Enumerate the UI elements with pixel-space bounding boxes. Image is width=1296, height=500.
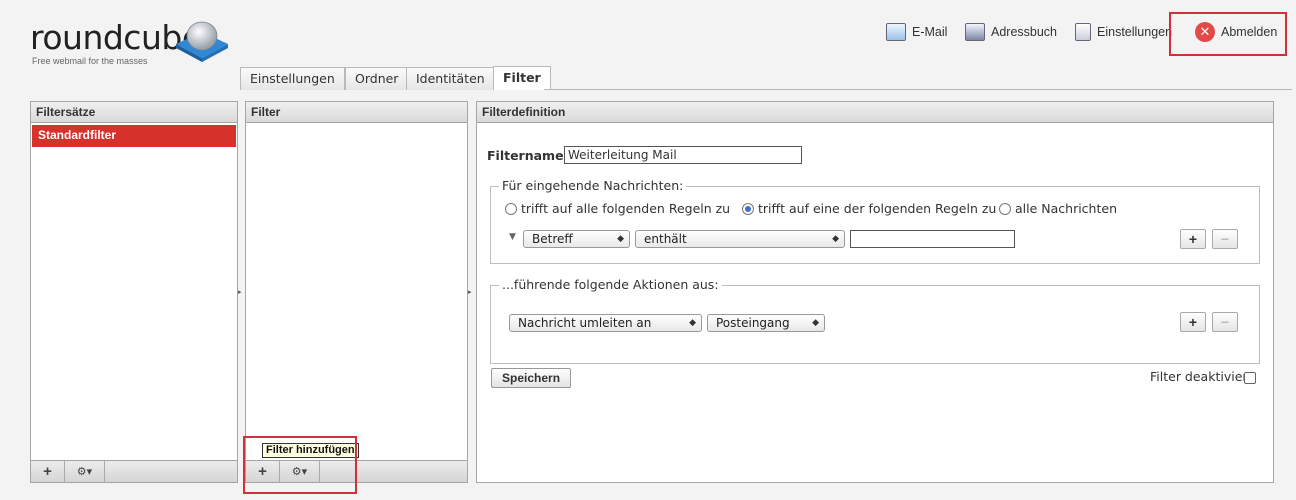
tab-identities[interactable]: Identitäten [406, 67, 495, 90]
header: roundcube Free webmail for the masses E-… [0, 0, 1296, 88]
match-every-message-option[interactable]: alle Nachrichten [999, 201, 1117, 216]
splitter-handle-right[interactable]: ▸ [468, 288, 474, 296]
remove-action-button[interactable]: − [1212, 312, 1238, 332]
filtersets-panel: Filtersätze Standardfilter + ⚙▾ [30, 101, 238, 483]
incoming-fieldset: Für eingehende Nachrichten: trifft auf a… [490, 178, 1260, 264]
addressbook-icon [965, 23, 985, 41]
rule-header-value: Betreff [532, 232, 573, 246]
filterset-actions-button[interactable]: ⚙▾ [65, 461, 105, 482]
tab-filter[interactable]: Filter [493, 66, 551, 90]
radio-match-any[interactable] [742, 203, 754, 215]
filtersets-header: Filtersätze [31, 102, 237, 123]
actions-legend: ...führende folgende Aktionen aus: [499, 277, 722, 292]
filtername-label: Filtername: [487, 148, 569, 163]
tab-underline [544, 89, 1292, 90]
rule-collapse-icon[interactable]: ▼ [509, 232, 516, 242]
action-type-value: Nachricht umleiten an [518, 316, 652, 330]
save-button[interactable]: Speichern [491, 368, 572, 388]
select-arrow-icon: ◆ [689, 318, 696, 328]
match-all-label: trifft auf alle folgenden Regeln zu [521, 201, 731, 216]
nav-mail[interactable]: E-Mail [886, 20, 947, 44]
select-arrow-icon: ◆ [812, 318, 819, 328]
add-filterset-button[interactable]: + [31, 461, 65, 482]
match-every-message-label: alle Nachrichten [1015, 201, 1117, 216]
filterset-item-standard[interactable]: Standardfilter [32, 125, 236, 147]
definition-panel: Filterdefinition Filtername: Weiterleitu… [476, 101, 1274, 483]
nav-settings[interactable]: Einstellungen [1075, 20, 1172, 44]
rule-operator-value: enthält [644, 232, 687, 246]
definition-header: Filterdefinition [477, 102, 1273, 123]
tab-settings[interactable]: Einstellungen [240, 67, 345, 90]
incoming-legend: Für eingehende Nachrichten: [499, 178, 687, 193]
nav-addressbook-label: Adressbuch [991, 25, 1058, 39]
nav-mail-label: E-Mail [912, 25, 948, 39]
settings-icon [1075, 23, 1091, 41]
nav-addressbook[interactable]: Adressbuch [965, 20, 1057, 44]
add-action-button[interactable]: + [1180, 312, 1206, 332]
add-rule-button[interactable]: + [1180, 229, 1206, 249]
filtersets-footer: + ⚙▾ [31, 460, 237, 482]
filters-header: Filter [246, 102, 467, 123]
logo-tagline: Free webmail for the masses [32, 56, 148, 66]
tab-folders[interactable]: Ordner [345, 67, 409, 90]
logout-icon: ✕ [1195, 22, 1215, 42]
radio-match-every-message[interactable] [999, 203, 1011, 215]
highlight-add-filter [243, 436, 357, 494]
action-type-select[interactable]: Nachricht umleiten an ◆ [509, 314, 702, 332]
rule-value-input[interactable] [850, 230, 1015, 248]
actions-fieldset: ...führende folgende Aktionen aus: Nachr… [490, 277, 1260, 364]
filtername-input[interactable]: Weiterleitung Mail [564, 146, 802, 164]
select-arrow-icon: ◆ [832, 234, 839, 244]
radio-match-all[interactable] [505, 203, 517, 215]
roundcube-logo[interactable]: roundcube Free webmail for the masses [30, 18, 230, 68]
cube-icon [176, 21, 228, 62]
match-any-label: trifft auf eine der folgenden Regeln zu [758, 201, 997, 216]
filter-disabled-checkbox[interactable] [1244, 372, 1256, 384]
nav-logout[interactable]: ✕ Abmelden [1195, 20, 1277, 44]
match-any-option[interactable]: trifft auf eine der folgenden Regeln zu [742, 201, 996, 216]
nav-settings-label: Einstellungen [1097, 25, 1173, 39]
remove-rule-button[interactable]: − [1212, 229, 1238, 249]
action-target-value: Posteingang [716, 316, 790, 330]
nav-logout-label: Abmelden [1221, 25, 1278, 39]
match-all-option[interactable]: trifft auf alle folgenden Regeln zu [505, 201, 730, 216]
rule-header-select[interactable]: Betreff ◆ [523, 230, 630, 248]
filters-panel: Filter + ⚙▾ [245, 101, 468, 483]
action-target-select[interactable]: Posteingang ◆ [707, 314, 825, 332]
rule-operator-select[interactable]: enthält ◆ [635, 230, 845, 248]
splitter-handle-left[interactable]: ▸ [238, 288, 244, 296]
select-arrow-icon: ◆ [617, 234, 624, 244]
filter-disabled-label: Filter deaktiviert [1150, 369, 1253, 384]
mail-icon [886, 23, 906, 41]
